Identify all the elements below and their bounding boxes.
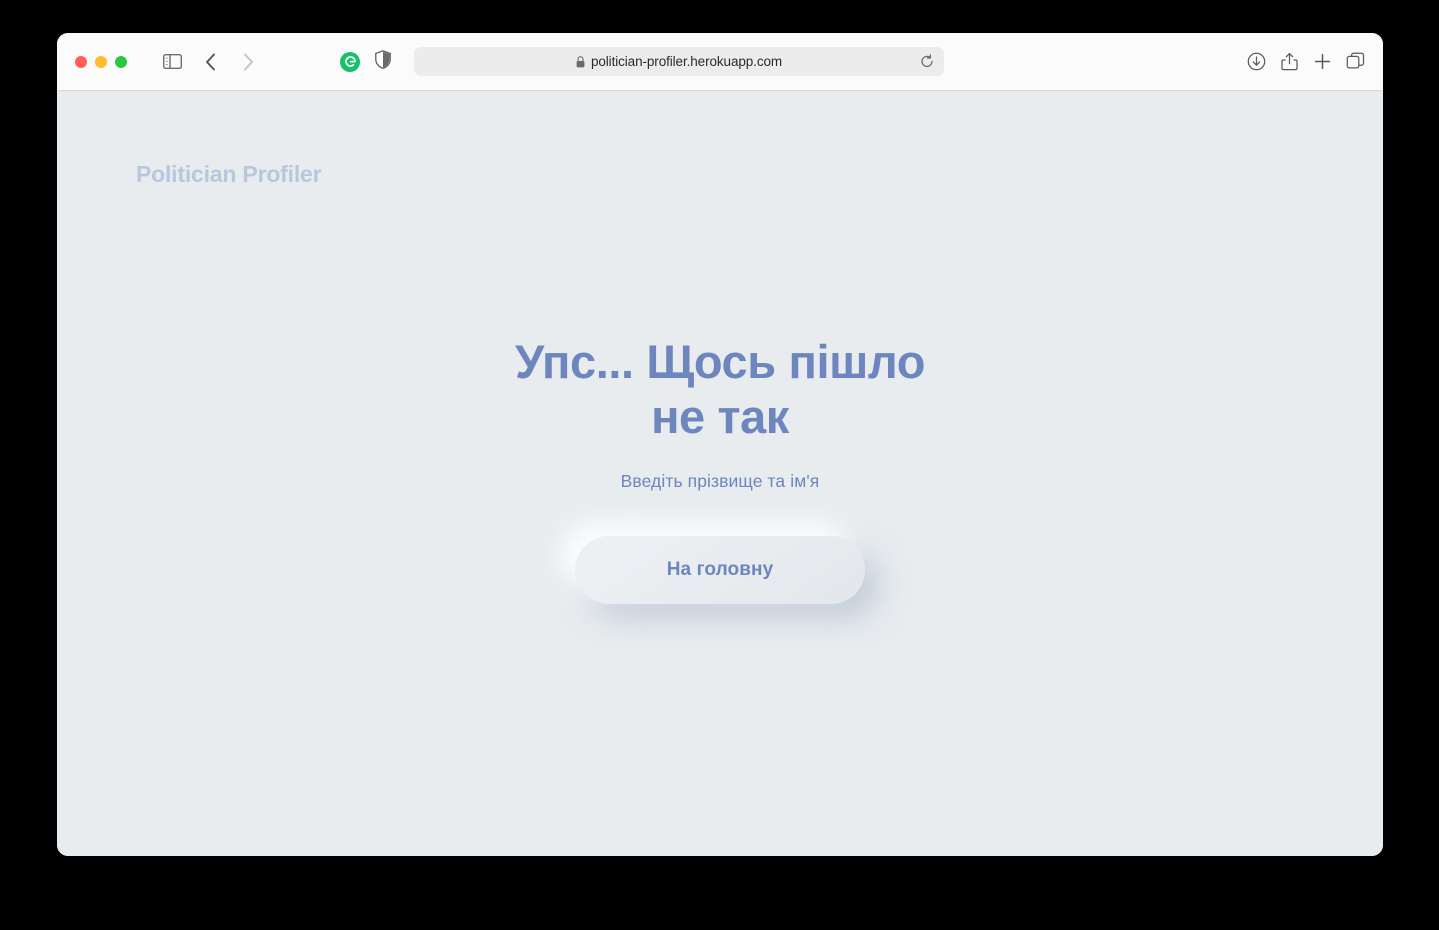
forward-button[interactable] — [231, 47, 265, 77]
toolbar-right-buttons — [1247, 52, 1365, 71]
zoom-window-button[interactable] — [115, 55, 127, 68]
go-home-button[interactable]: На головну — [575, 535, 865, 604]
close-window-button[interactable] — [75, 55, 87, 68]
minimize-window-button[interactable] — [95, 55, 107, 68]
error-title: Упс... Щось пішло не так — [514, 335, 926, 443]
share-button[interactable] — [1280, 52, 1299, 71]
grammarly-icon[interactable] — [340, 51, 360, 72]
sidebar-icon — [162, 54, 182, 69]
reload-icon[interactable] — [920, 54, 934, 69]
shield-icon — [375, 49, 391, 69]
window-controls — [75, 55, 127, 68]
address-area: politician-profiler.herokuapp.com — [340, 47, 1100, 76]
browser-window: politician-profiler.herokuapp.com Politi… — [57, 33, 1383, 856]
tab-overview-button[interactable] — [1346, 52, 1365, 71]
privacy-report-button[interactable] — [375, 49, 391, 74]
site-logo[interactable]: Politician Profiler — [136, 161, 322, 188]
new-tab-button[interactable] — [1313, 52, 1332, 71]
error-block: Упс... Щось пішло не так Введіть прізвищ… — [57, 335, 1383, 604]
navigation-group — [155, 47, 265, 77]
browser-toolbar: politician-profiler.herokuapp.com — [57, 33, 1383, 91]
downloads-button[interactable] — [1247, 52, 1266, 71]
back-button[interactable] — [193, 47, 227, 77]
error-subtitle: Введіть прізвище та ім'я — [620, 470, 820, 491]
grammarly-g-glyph — [344, 56, 356, 67]
url-text: politician-profiler.herokuapp.com — [590, 54, 783, 69]
share-icon — [1281, 52, 1298, 71]
page-content: Politician Profiler Упс... Щось пішло не… — [57, 91, 1383, 856]
chevron-right-icon — [243, 53, 253, 70]
download-icon — [1247, 52, 1266, 71]
sidebar-toggle-button[interactable] — [155, 47, 189, 77]
address-bar[interactable]: politician-profiler.herokuapp.com — [414, 47, 944, 76]
chevron-left-icon — [205, 53, 215, 70]
extension-icons — [340, 49, 391, 74]
lock-icon — [576, 55, 585, 67]
tab-overview-icon — [1346, 52, 1365, 69]
plus-icon — [1314, 53, 1331, 70]
